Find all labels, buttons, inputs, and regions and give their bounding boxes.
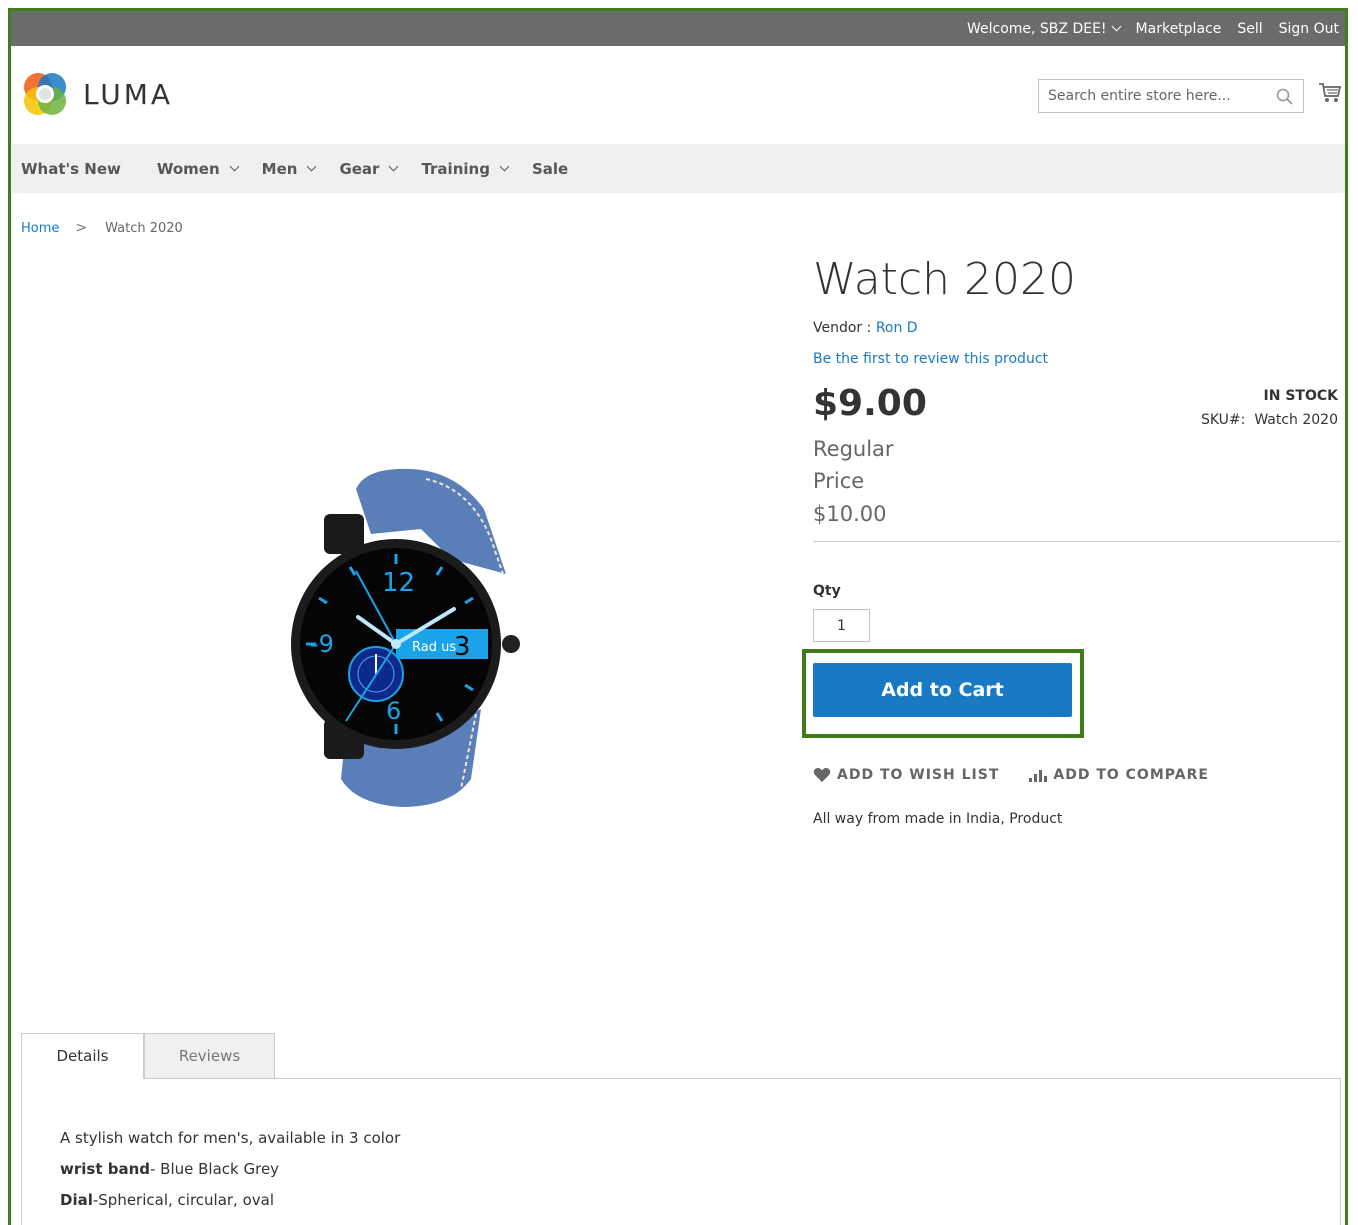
breadcrumb-home[interactable]: Home (21, 221, 59, 236)
watch-number-9: -9 (310, 630, 334, 658)
nav-label: Gear (339, 159, 380, 178)
logo[interactable]: LUMA (21, 70, 173, 118)
watch-number-3: 3 (454, 632, 471, 662)
qty-label: Qty (813, 583, 841, 599)
product-price: $9.00 (813, 383, 927, 424)
product-tabs: Details Reviews (21, 1033, 275, 1079)
breadcrumb-current: Watch 2020 (105, 220, 183, 236)
chevron-down-icon (229, 161, 240, 172)
nav-label: Training (421, 159, 490, 178)
page-frame: Welcome, SBZ DEE! Marketplace Sell Sign … (8, 8, 1348, 1225)
heart-icon (813, 768, 831, 782)
nav-gear[interactable]: Gear (339, 159, 399, 178)
add-to-wishlist-link[interactable]: ADD TO WISH LIST (813, 767, 999, 783)
nav-men[interactable]: Men (261, 159, 317, 178)
details-line: Dial-Spherical, circular, oval (60, 1191, 274, 1209)
old-price: $10.00 (813, 502, 887, 526)
chevron-down-icon (1111, 21, 1121, 32)
watch-number-6: 6 (386, 697, 401, 725)
chevron-down-icon (389, 161, 399, 172)
dial-label: Dial (60, 1191, 93, 1209)
welcome-text: Welcome, SBZ DEE! (966, 20, 1107, 37)
add-to-compare-link[interactable]: ADD TO COMPARE (1029, 767, 1209, 783)
product-title: Watch 2020 (813, 254, 1076, 305)
divider (813, 541, 1341, 542)
nav-women[interactable]: Women (156, 159, 240, 178)
vendor-label: Vendor : (813, 320, 876, 336)
vendor-link[interactable]: Ron D (876, 320, 918, 336)
nav-whats-new[interactable]: What's New (21, 160, 121, 178)
short-description: All way from made in India, Product (813, 811, 1063, 827)
band-label: wrist band (60, 1160, 150, 1178)
tab-reviews[interactable]: Reviews (144, 1033, 275, 1079)
product-image[interactable]: 12 -9 3 6 Rad us (276, 459, 524, 815)
watch-number-12: 12 (382, 568, 415, 598)
details-line: A stylish watch for men's, available in … (60, 1129, 401, 1147)
sku-label: SKU#: (1200, 412, 1246, 428)
details-panel: A stylish watch for men's, available in … (21, 1078, 1341, 1225)
top-links: Welcome, SBZ DEE! Marketplace Sell Sign … (951, 11, 1339, 46)
cart-icon[interactable] (1318, 81, 1342, 105)
search-placeholder: Search entire store here... (1048, 88, 1231, 104)
wishlist-label: ADD TO WISH LIST (837, 767, 1000, 783)
review-link[interactable]: Be the first to review this product (813, 351, 1048, 367)
qty-input[interactable]: 1 (813, 609, 870, 642)
vendor-info: Vendor : Ron D (813, 320, 918, 336)
sign-out-link[interactable]: Sign Out (1279, 21, 1339, 37)
search-input[interactable]: Search entire store here... (1038, 79, 1304, 113)
welcome-menu[interactable]: Welcome, SBZ DEE! (966, 20, 1121, 37)
nav-training[interactable]: Training (421, 159, 510, 178)
stock-status: IN STOCK (1263, 388, 1338, 404)
logo-text: LUMA (83, 77, 174, 111)
details-line: wrist band- Blue Black Grey (60, 1160, 279, 1178)
band-value: - Blue Black Grey (150, 1160, 280, 1178)
sku-value: Watch 2020 (1254, 412, 1338, 428)
compare-icon (1029, 770, 1048, 782)
nav-label: Men (261, 159, 298, 178)
main-nav: What's New Women Men Gear Training Sale (11, 144, 1345, 193)
compare-label: ADD TO COMPARE (1053, 767, 1209, 783)
breadcrumb: Home > Watch 2020 (21, 220, 183, 236)
add-to-cart-button[interactable]: Add to Cart (813, 663, 1072, 717)
sell-link[interactable]: Sell (1237, 21, 1262, 37)
nav-label: Women (156, 159, 220, 178)
top-bar: Welcome, SBZ DEE! Marketplace Sell Sign … (11, 11, 1345, 46)
luma-logo-icon (24, 73, 66, 115)
sku: SKU#: Watch 2020 (1201, 412, 1338, 428)
nav-label: Sale (531, 159, 569, 178)
dial-value: -Spherical, circular, oval (92, 1191, 275, 1209)
tab-details[interactable]: Details (21, 1033, 144, 1079)
chevron-down-icon (306, 161, 317, 172)
breadcrumb-separator: > (75, 220, 88, 236)
nav-sale[interactable]: Sale (532, 160, 568, 178)
product-actions: ADD TO WISH LIST ADD TO COMPARE (813, 767, 1239, 783)
regular-price-label: Regular Price (813, 437, 894, 493)
watch-brand: Rad us (412, 640, 456, 655)
marketplace-link[interactable]: Marketplace (1136, 21, 1222, 37)
nav-label: What's New (21, 159, 121, 178)
header: LUMA Search entire store here... (11, 46, 1345, 144)
chevron-down-icon (499, 161, 510, 172)
search-icon[interactable] (1276, 88, 1293, 105)
